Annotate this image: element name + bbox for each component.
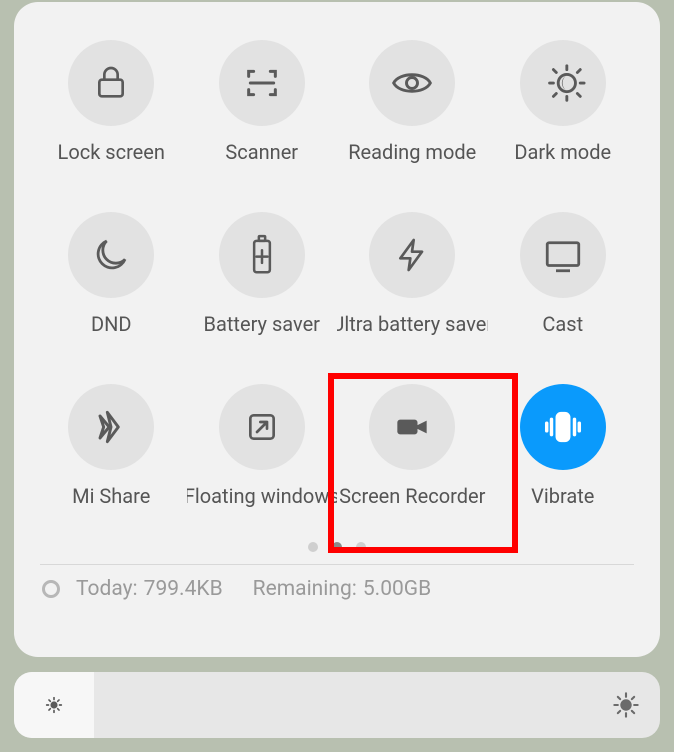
video-camera-icon <box>369 384 455 470</box>
floating-window-icon <box>219 384 305 470</box>
eye-icon <box>369 40 455 126</box>
tile-lock-screen[interactable]: Lock screen <box>36 34 187 194</box>
tile-dark-mode[interactable]: Dark mode <box>488 34 639 194</box>
data-usage-row[interactable]: Today: 799.4KB Remaining: 5.00GB <box>36 577 638 601</box>
cast-icon <box>520 212 606 298</box>
tile-label: Battery saver <box>204 312 320 336</box>
tile-screen-recorder[interactable]: Screen Recorder <box>337 378 488 538</box>
page-dot[interactable] <box>356 542 366 552</box>
brightness-high-icon <box>612 691 660 719</box>
tile-ultra-battery[interactable]: Ultra battery saver <box>337 206 488 366</box>
data-remaining-label: Remaining: <box>253 577 357 601</box>
tile-label: Cast <box>542 312 583 336</box>
scanner-icon <box>219 40 305 126</box>
brightness-slider[interactable] <box>14 672 660 738</box>
data-remaining-value: 5.00GB <box>363 577 431 601</box>
tile-scanner[interactable]: Scanner <box>187 34 338 194</box>
data-today-value: 799.4KB <box>144 577 223 601</box>
data-today-label: Today: <box>76 577 138 601</box>
vibrate-icon <box>520 384 606 470</box>
lock-icon <box>68 40 154 126</box>
battery-plus-icon <box>219 212 305 298</box>
brightness-slider-handle[interactable] <box>14 672 94 738</box>
tile-label: Reading mode <box>348 140 476 164</box>
tile-label: Ultra battery saver <box>337 312 488 336</box>
tile-label: Vibrate <box>531 484 594 508</box>
tile-label: Screen Recorder <box>339 484 485 508</box>
divider <box>40 564 634 565</box>
tile-floating-windows[interactable]: Floating windows <box>187 378 338 538</box>
tile-cast[interactable]: Cast <box>488 206 639 366</box>
brightness-low-icon <box>43 694 65 716</box>
tile-label: DND <box>91 312 132 336</box>
tile-dnd[interactable]: DND <box>36 206 187 366</box>
toggle-grid: Lock screen Scanner Reading mode <box>36 34 638 538</box>
tile-reading-mode[interactable]: Reading mode <box>337 34 488 194</box>
page-dot[interactable] <box>308 542 318 552</box>
tile-label: Dark mode <box>514 140 611 164</box>
tile-vibrate[interactable]: Vibrate <box>488 378 639 538</box>
bolt-icon <box>369 212 455 298</box>
tile-battery-saver[interactable]: Battery saver <box>187 206 338 366</box>
page-dot[interactable] <box>332 542 342 552</box>
data-usage-indicator-icon <box>42 580 60 598</box>
quick-settings-panel: Lock screen Scanner Reading mode <box>14 2 660 657</box>
mi-share-icon <box>68 384 154 470</box>
tile-label: Lock screen <box>58 140 165 164</box>
pagination-dots[interactable] <box>36 542 638 552</box>
dark-mode-icon <box>520 40 606 126</box>
moon-icon <box>68 212 154 298</box>
tile-mi-share[interactable]: Mi Share <box>36 378 187 538</box>
tile-label: Scanner <box>225 140 298 164</box>
tile-label: Mi Share <box>72 484 150 508</box>
tile-label: Floating windows <box>187 484 338 508</box>
